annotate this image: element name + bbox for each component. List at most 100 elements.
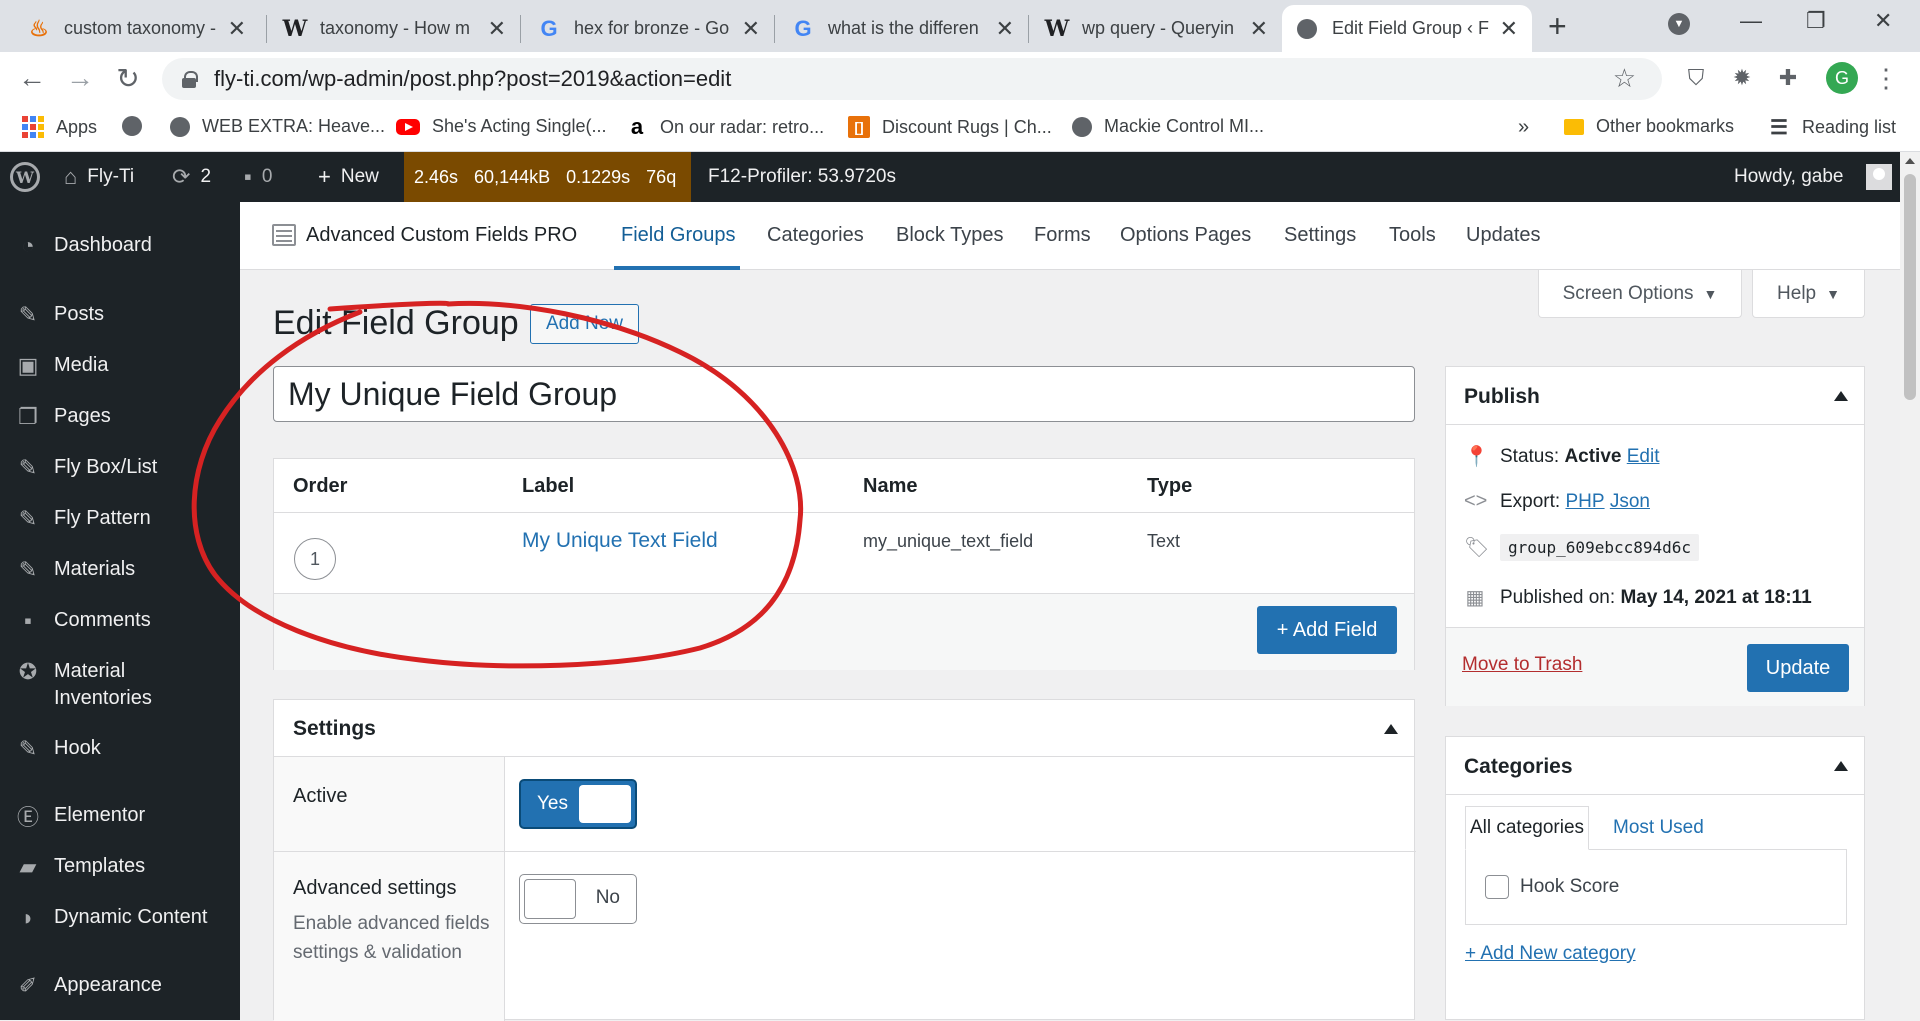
close-icon[interactable]: ✕ — [488, 16, 506, 42]
help-button[interactable]: Help ▼ — [1752, 270, 1865, 318]
restore-icon[interactable]: ❐ — [1806, 8, 1826, 34]
screen-options-button[interactable]: Screen Options ▼ — [1538, 270, 1742, 318]
sidebar-item-media[interactable]: ▣ Media — [0, 352, 240, 380]
export-row: <> Export: PHP Json — [1464, 490, 1650, 513]
close-icon[interactable]: ✕ — [1500, 16, 1518, 42]
sidebar-item-posts[interactable]: ✎ Posts — [0, 301, 240, 329]
sidebar-item-dynamic-content[interactable]: ◗ Dynamic Content — [0, 904, 240, 932]
wordpress-logo[interactable]: W — [10, 152, 40, 202]
field-group-title-input[interactable] — [273, 366, 1415, 422]
collapse-caret-icon[interactable] — [1834, 761, 1848, 771]
sidebar-item-hook[interactable]: ✎ Hook — [0, 735, 240, 763]
bookmark-other[interactable]: Other bookmarks — [1564, 116, 1734, 137]
acf-tab-tools[interactable]: Tools — [1389, 224, 1436, 247]
acf-tab-field-groups[interactable]: Field Groups — [621, 224, 736, 247]
add-field-button[interactable]: + Add Field — [1257, 606, 1397, 654]
bookmark-star-icon[interactable]: ☆ — [1613, 63, 1636, 94]
bookmark-globe[interactable] — [122, 116, 154, 136]
site-name-link[interactable]: ⌂ Fly-Ti — [64, 152, 134, 202]
sidebar-item-elementor[interactable]: Ⓔ Elementor — [0, 802, 240, 830]
comment-icon: ▪ — [24, 608, 32, 633]
minimize-icon[interactable]: — — [1740, 8, 1762, 34]
update-button[interactable]: Update — [1747, 644, 1849, 692]
kebab-menu-icon[interactable]: ⋮ — [1872, 63, 1900, 93]
edit-status-link[interactable]: Edit — [1627, 446, 1660, 468]
export-php-link[interactable]: PHP — [1565, 491, 1604, 513]
url-field[interactable]: fly-ti.com/wp-admin/post.php?post=2019&a… — [162, 58, 1662, 100]
page-scrollbar[interactable] — [1900, 152, 1920, 1020]
acf-tab-block-types[interactable]: Block Types — [896, 224, 1003, 247]
close-icon[interactable]: ✕ — [228, 16, 246, 42]
reload-icon[interactable]: ↻ — [112, 62, 144, 94]
acf-tab-categories[interactable]: Categories — [767, 224, 864, 247]
bookmark-mackie[interactable]: Mackie Control MI... — [1072, 116, 1264, 137]
bookmark-youtube[interactable]: She's Acting Single(... — [396, 116, 607, 137]
sidebar-item-pages[interactable]: ❐ Pages — [0, 403, 240, 431]
puzzle-extensions-icon[interactable]: ✚ — [1774, 64, 1802, 92]
advanced-settings-toggle[interactable]: No — [519, 874, 637, 924]
browser-tab[interactable]: W taxonomy - How m ✕ — [270, 5, 520, 52]
scroll-up-arrow-icon[interactable] — [1905, 158, 1915, 164]
field-order-handle[interactable]: 1 — [294, 538, 336, 580]
browser-tab[interactable]: G what is the differen ✕ — [778, 5, 1028, 52]
sidebar-item-comments[interactable]: ▪ Comments — [0, 607, 240, 635]
comments-link[interactable]: ▪ 0 — [244, 152, 272, 202]
category-checkbox[interactable] — [1485, 875, 1509, 899]
tab-all-categories[interactable]: All categories — [1465, 806, 1589, 850]
close-icon[interactable]: ✕ — [742, 16, 760, 42]
table-row[interactable]: 1 My Unique Text Field my_unique_text_fi… — [274, 513, 1414, 593]
active-toggle[interactable]: Yes — [519, 779, 637, 829]
bookmark-label: WEB EXTRA: Heave... — [202, 116, 386, 136]
reading-list[interactable]: ☰ Reading list — [1768, 116, 1896, 139]
browser-tab-active[interactable]: Edit Field Group ‹ Fl ✕ — [1282, 5, 1532, 52]
sidebar-item-material-inventories[interactable]: ✪ Material Inventories — [0, 658, 240, 712]
settings-header[interactable]: Settings — [274, 700, 1414, 757]
tab-most-used[interactable]: Most Used — [1613, 817, 1704, 839]
shield-extension-icon[interactable]: ⛉ — [1682, 64, 1710, 92]
bookmark-discount-rugs[interactable]: [] Discount Rugs | Ch... — [848, 116, 1052, 138]
bookmark-amazon[interactable]: a On our radar: retro... — [626, 114, 824, 139]
collapse-caret-icon[interactable] — [1384, 724, 1398, 734]
acf-tab-options-pages[interactable]: Options Pages — [1120, 224, 1251, 247]
updates-icon: ⟳ — [172, 164, 191, 189]
sidebar-item-appearance[interactable]: ✐ Appearance — [0, 972, 240, 1000]
sidebar-item-fly-box-list[interactable]: ✎ Fly Box/List — [0, 454, 240, 482]
gear-extension-icon[interactable]: ✹ — [1728, 64, 1756, 92]
acf-tab-settings[interactable]: Settings — [1284, 224, 1356, 247]
sidebar-item-fly-pattern[interactable]: ✎ Fly Pattern — [0, 505, 240, 533]
updates-link[interactable]: ⟳ 2 — [172, 152, 211, 202]
close-icon[interactable]: ✕ — [1250, 16, 1268, 42]
sidebar-item-templates[interactable]: ▰ Templates — [0, 853, 240, 881]
query-monitor-stats[interactable]: 2.46s 60,144kB 0.1229s 76q — [404, 152, 691, 202]
browser-tab[interactable]: ♨ custom taxonomy - ✕ — [14, 5, 260, 52]
collapse-caret-icon[interactable] — [1834, 391, 1848, 401]
add-new-category-link[interactable]: + Add New category — [1465, 943, 1636, 965]
bookmark-web-extra[interactable]: WEB EXTRA: Heave... — [170, 116, 385, 137]
sidebar-item-dashboard[interactable]: ◔ Dashboard — [0, 232, 240, 260]
tab-search-icon[interactable]: ▼ — [1668, 13, 1690, 35]
sidebar-item-materials[interactable]: ✎ Materials — [0, 556, 240, 584]
browser-tab[interactable]: W wp query - Queryin ✕ — [1032, 5, 1282, 52]
browser-tab[interactable]: G hex for bronze - Go ✕ — [524, 5, 774, 52]
move-to-trash-link[interactable]: Move to Trash — [1462, 654, 1582, 676]
user-avatar[interactable] — [1866, 164, 1892, 190]
profile-avatar[interactable]: G — [1826, 62, 1858, 94]
add-new-button[interactable]: Add New — [530, 304, 639, 344]
close-icon[interactable]: ✕ — [996, 16, 1014, 42]
bookmark-apps[interactable]: Apps — [22, 116, 97, 138]
field-label-link[interactable]: My Unique Text Field — [522, 529, 718, 553]
more-bookmarks-chevron[interactable]: » — [1518, 116, 1529, 139]
export-json-link[interactable]: Json — [1610, 491, 1650, 513]
my-account-link[interactable]: Howdy, gabe — [1734, 152, 1844, 202]
acf-tab-forms[interactable]: Forms — [1034, 224, 1091, 247]
acf-tab-updates[interactable]: Updates — [1466, 224, 1541, 247]
profiler-link[interactable]: F12-Profiler: 53.9720s — [708, 152, 896, 202]
forward-arrow-icon[interactable]: → — [64, 62, 96, 94]
window-close-icon[interactable]: ✕ — [1874, 8, 1892, 34]
acf-logo-icon — [272, 224, 296, 246]
scrollbar-thumb[interactable] — [1904, 174, 1916, 400]
new-content-link[interactable]: + New — [318, 152, 379, 202]
back-arrow-icon[interactable]: ← — [16, 62, 48, 94]
new-tab-plus-icon[interactable]: + — [1548, 8, 1567, 45]
toggle-label: No — [595, 887, 620, 908]
